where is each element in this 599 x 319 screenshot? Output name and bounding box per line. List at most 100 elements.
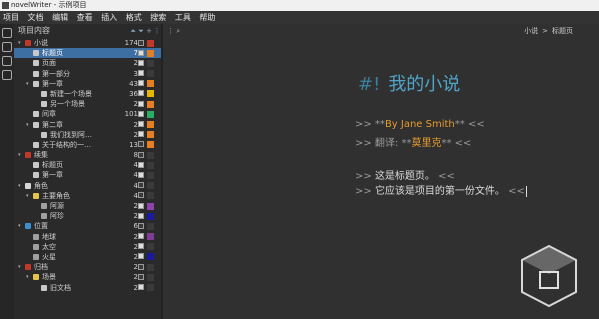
active-checkbox[interactable] <box>138 161 144 168</box>
menu-view[interactable]: 查看 <box>77 13 93 22</box>
tree-item[interactable]: 阿珍 2 <box>14 211 161 221</box>
view-switch-sidebar <box>0 24 14 319</box>
status-icon <box>147 100 154 108</box>
active-checkbox[interactable] <box>138 233 144 240</box>
location-icon <box>25 223 31 230</box>
active-checkbox[interactable] <box>138 90 144 97</box>
more-icon[interactable]: ⋮ <box>153 24 161 38</box>
word-count: 2 <box>133 283 138 292</box>
tree-item[interactable]: 旧文档 2 <box>14 283 161 293</box>
menu-insert[interactable]: 插入 <box>101 13 117 22</box>
status-icon <box>147 253 154 261</box>
menu-tools[interactable]: 工具 <box>175 13 191 22</box>
edit-view-icon[interactable] <box>2 28 12 38</box>
tree-item[interactable]: 标题页 4 <box>14 160 161 170</box>
expand-arrow-icon[interactable]: ▾ <box>18 221 24 231</box>
tree-item[interactable]: ▾ 角色 4 <box>14 181 161 191</box>
go-up-icon[interactable]: ⏶ <box>129 24 137 38</box>
tree-item[interactable]: ▾ 第一章 43 <box>14 79 161 89</box>
tree-item[interactable]: 火星 2 <box>14 252 161 262</box>
expand-arrow-icon[interactable]: ▾ <box>26 191 32 201</box>
expand-arrow-icon[interactable]: ▾ <box>18 150 24 160</box>
note-icon <box>33 233 39 240</box>
active-checkbox[interactable] <box>138 202 144 209</box>
tree-item[interactable]: 我们找到阿… 2 <box>14 130 161 140</box>
tree-item[interactable]: ▾ 主要角色 4 <box>14 191 161 201</box>
expand-arrow-icon[interactable]: ▾ <box>18 262 24 272</box>
tree-item[interactable]: ▾ 位置 6 <box>14 221 161 231</box>
tree-item[interactable]: ▾ 小说 174 <box>14 38 161 48</box>
tree-item-label: 间章 <box>42 110 56 119</box>
active-checkbox[interactable] <box>138 243 144 250</box>
active-checkbox[interactable] <box>138 80 144 87</box>
active-checkbox[interactable] <box>138 121 144 127</box>
active-checkbox[interactable] <box>138 131 144 138</box>
breadcrumb-separator-icon: > <box>542 27 548 35</box>
tree-item[interactable]: 新建一个场景 36 <box>14 89 161 99</box>
active-checkbox[interactable] <box>138 151 144 158</box>
expand-arrow-icon[interactable]: ▾ <box>18 38 24 48</box>
active-checkbox[interactable] <box>138 253 144 260</box>
doc-icon <box>41 284 47 291</box>
tree-item[interactable]: ▾ 场景 2 <box>14 272 161 282</box>
tree-item[interactable]: 标题页 7 <box>14 48 161 59</box>
tree-item[interactable]: 关于结构的一… 13 <box>14 140 161 150</box>
word-count: 4 <box>133 161 138 170</box>
search-icon[interactable]: ⌕ <box>176 27 180 35</box>
active-checkbox[interactable] <box>138 263 144 270</box>
menu-help[interactable]: 帮助 <box>199 13 215 22</box>
menu-edit[interactable]: 编辑 <box>52 13 68 22</box>
text-cursor <box>525 185 527 197</box>
menu-format[interactable]: 格式 <box>126 13 142 22</box>
tree-item[interactable]: 间章 101 <box>14 109 161 119</box>
expand-arrow-icon[interactable]: ▾ <box>18 181 24 191</box>
tree-item[interactable]: 页面 2 <box>14 58 161 68</box>
tree-item[interactable]: 阿源 2 <box>14 201 161 211</box>
active-checkbox[interactable] <box>138 212 144 219</box>
word-count: 2 <box>133 100 138 109</box>
tree-item[interactable]: 第一部分 3 <box>14 69 161 79</box>
expand-arrow-icon[interactable]: ▾ <box>26 79 32 89</box>
tree-item[interactable]: ▾ 第二章 2 <box>14 120 161 130</box>
add-icon[interactable]: + <box>145 24 153 38</box>
active-checkbox[interactable] <box>138 39 144 46</box>
expand-arrow-icon[interactable]: ▾ <box>26 272 32 282</box>
novel-view-icon[interactable] <box>2 56 12 66</box>
menu-search[interactable]: 搜索 <box>150 13 166 22</box>
outline-view-icon[interactable] <box>2 42 12 52</box>
tree-item[interactable]: 另一个场景 2 <box>14 99 161 109</box>
active-checkbox[interactable] <box>138 49 144 56</box>
active-checkbox[interactable] <box>138 100 144 107</box>
status-icon <box>147 80 154 88</box>
tree-item-label: 位置 <box>34 222 48 231</box>
editor-header: ⋮ ⌕ 小说 > 标题页 <box>163 24 599 38</box>
note-icon <box>33 253 39 260</box>
tree-item[interactable]: ▾ 归档 2 <box>14 262 161 272</box>
tree-item-label: 续集 <box>34 151 48 160</box>
tree-item[interactable]: ▾ 续集 8 <box>14 150 161 160</box>
expand-arrow-icon[interactable]: ▾ <box>26 120 32 130</box>
active-checkbox[interactable] <box>138 222 144 229</box>
line-suffix: << <box>504 186 525 197</box>
word-count: 13 <box>129 140 138 149</box>
menu-document[interactable]: 文档 <box>28 13 44 22</box>
go-down-icon[interactable]: ⏷ <box>137 24 145 38</box>
active-checkbox[interactable] <box>138 141 144 148</box>
active-checkbox[interactable] <box>138 171 144 178</box>
tree-item-label: 第二章 <box>42 120 63 129</box>
active-checkbox[interactable] <box>138 284 144 290</box>
tree-item[interactable]: 第一章 4 <box>14 170 161 180</box>
tree-item[interactable]: 地球 2 <box>14 232 161 242</box>
status-icon <box>147 49 154 57</box>
tree-item[interactable]: 太空 2 <box>14 242 161 252</box>
active-checkbox[interactable] <box>138 70 144 77</box>
active-checkbox[interactable] <box>138 110 144 117</box>
active-checkbox[interactable] <box>138 273 144 280</box>
active-checkbox[interactable] <box>138 59 144 66</box>
active-checkbox[interactable] <box>138 182 144 189</box>
menu-icon[interactable]: ⋮ <box>167 27 174 35</box>
build-icon[interactable] <box>2 70 12 80</box>
menu-project[interactable]: 项目 <box>3 13 19 22</box>
active-checkbox[interactable] <box>138 192 144 199</box>
status-icon <box>147 131 154 139</box>
